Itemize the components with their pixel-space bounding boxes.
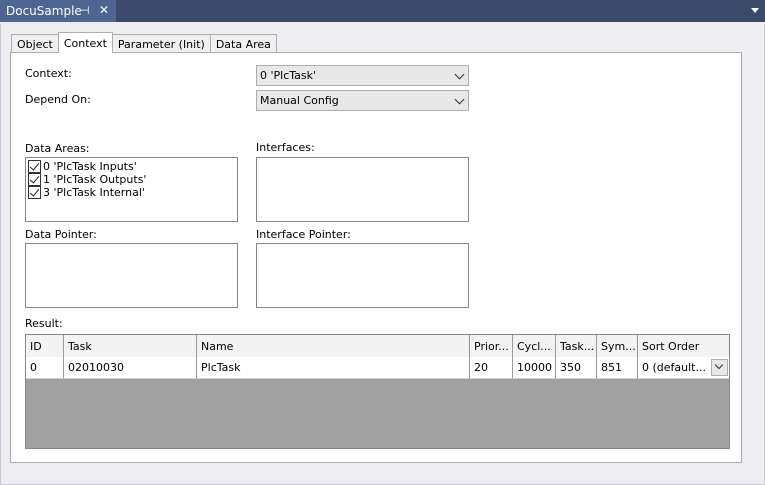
column-header-name[interactable]: Name bbox=[197, 335, 470, 357]
data-area-item[interactable]: 0 'PlcTask Inputs' bbox=[26, 160, 237, 173]
cell-task-id: 350 bbox=[556, 357, 597, 379]
depend-on-select-value: Manual Config bbox=[260, 94, 339, 107]
close-icon[interactable]: ✕ bbox=[99, 3, 109, 17]
context-select-value: 0 'PlcTask' bbox=[260, 69, 317, 82]
sort-order-dropdown-button[interactable] bbox=[711, 359, 728, 376]
document-tab-title: DocuSample bbox=[6, 4, 82, 18]
cell-name: PlcTask bbox=[197, 357, 470, 379]
cell-sort-order[interactable]: 0 (default... bbox=[638, 357, 729, 379]
data-areas-label: Data Areas: bbox=[25, 142, 90, 155]
interfaces-list[interactable] bbox=[256, 157, 469, 222]
chevron-down-icon bbox=[454, 69, 465, 80]
document-tab-bar: DocuSample ⊣ ✕ bbox=[0, 0, 765, 22]
chevron-down-icon bbox=[454, 94, 465, 105]
data-area-item-label: 3 'PlcTask Internal' bbox=[43, 186, 145, 199]
depend-on-label: Depend On: bbox=[25, 93, 91, 106]
chevron-down-icon bbox=[714, 360, 724, 370]
column-header-priority[interactable]: Prior... bbox=[470, 335, 513, 357]
interface-pointer-label: Interface Pointer: bbox=[256, 228, 351, 241]
checkbox-checked-icon[interactable] bbox=[28, 186, 41, 199]
result-label: Result: bbox=[25, 317, 63, 330]
column-header-task[interactable]: Task bbox=[64, 335, 197, 357]
tab-data-area[interactable]: Data Area bbox=[209, 34, 277, 53]
tab-parameter-init[interactable]: Parameter (Init) bbox=[111, 34, 211, 53]
tab-list-dropdown-icon[interactable] bbox=[751, 8, 759, 13]
table-row[interactable]: 0 02010030 PlcTask 20 10000 350 851 0 (d… bbox=[26, 357, 729, 379]
document-tab-docusample[interactable]: DocuSample ⊣ ✕ bbox=[0, 0, 116, 22]
table-header: ID Task Name Prior... Cycl... Task... Sy… bbox=[26, 335, 729, 357]
cell-symbol: 851 bbox=[597, 357, 638, 379]
property-tabs: Object Context Parameter (Init) Data Are… bbox=[11, 32, 277, 53]
column-header-id[interactable]: ID bbox=[26, 335, 64, 357]
depend-on-select[interactable]: Manual Config bbox=[256, 90, 469, 111]
data-area-item-label: 0 'PlcTask Inputs' bbox=[43, 160, 137, 173]
cell-priority: 20 bbox=[470, 357, 513, 379]
pin-icon[interactable]: ⊣ bbox=[80, 4, 90, 17]
tab-label: Parameter (Init) bbox=[117, 37, 205, 51]
sort-order-value: 0 (default... bbox=[642, 361, 706, 374]
column-header-cycle[interactable]: Cycl... bbox=[513, 335, 556, 357]
data-area-item[interactable]: 1 'PlcTask Outputs' bbox=[26, 173, 237, 186]
data-pointer-list[interactable] bbox=[25, 243, 238, 308]
column-header-sort-order[interactable]: Sort Order bbox=[638, 335, 729, 357]
context-select[interactable]: 0 'PlcTask' bbox=[256, 65, 469, 86]
cell-cycle: 10000 bbox=[513, 357, 556, 379]
checkbox-checked-icon[interactable] bbox=[28, 160, 41, 173]
column-header-symbol[interactable]: Sym... bbox=[597, 335, 638, 357]
data-pointer-label: Data Pointer: bbox=[25, 228, 97, 241]
interfaces-label: Interfaces: bbox=[256, 141, 315, 154]
data-area-item[interactable]: 3 'PlcTask Internal' bbox=[26, 186, 237, 199]
cell-task: 02010030 bbox=[64, 357, 197, 379]
tab-context[interactable]: Context bbox=[57, 32, 113, 53]
result-table: ID Task Name Prior... Cycl... Task... Sy… bbox=[25, 334, 730, 449]
data-areas-list[interactable]: 0 'PlcTask Inputs' 1 'PlcTask Outputs' 3… bbox=[25, 157, 238, 222]
tab-label: Context bbox=[63, 36, 107, 50]
checkbox-checked-icon[interactable] bbox=[28, 173, 41, 186]
cell-id: 0 bbox=[26, 357, 64, 379]
tab-label: Object bbox=[17, 37, 53, 51]
tab-label: Data Area bbox=[215, 37, 271, 51]
column-header-task-id[interactable]: Task... bbox=[556, 335, 597, 357]
interface-pointer-list[interactable] bbox=[256, 243, 469, 308]
tab-object[interactable]: Object bbox=[11, 34, 59, 53]
context-label: Context: bbox=[25, 67, 72, 80]
data-area-item-label: 1 'PlcTask Outputs' bbox=[43, 173, 147, 186]
